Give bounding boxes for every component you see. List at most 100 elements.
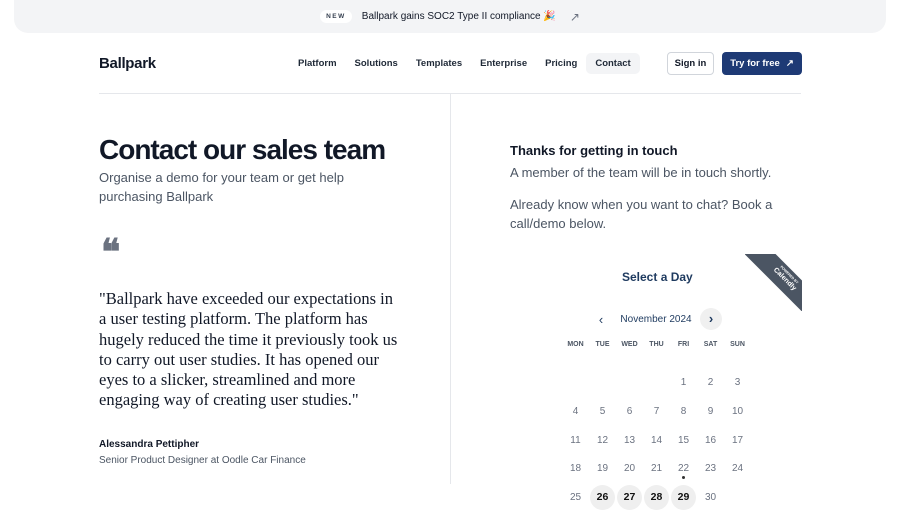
main-nav: Platform Solutions Templates Enterprise Pric… <box>289 53 640 74</box>
weekday-header: WED <box>621 341 638 348</box>
calendar-day: 17 <box>724 426 751 455</box>
nav-contact[interactable]: Contact <box>586 53 640 74</box>
nav-platform[interactable]: Platform <box>289 53 346 74</box>
day-number: 30 <box>704 491 717 503</box>
calendar-day: 8 <box>670 397 697 426</box>
quote-icon: ❝ <box>101 231 121 273</box>
available-day[interactable]: 28 <box>643 483 670 512</box>
calendar-day: 4 <box>562 397 589 426</box>
chevron-left-icon[interactable]: ‹ <box>590 312 612 327</box>
powered-by-calendly-ribbon[interactable]: POWERED BY Calendly <box>745 254 802 311</box>
calendar-day: 13 <box>616 426 643 455</box>
thanks-heading: Thanks for getting in touch <box>510 143 678 158</box>
day-number: 19 <box>596 463 609 475</box>
weekday-header: SAT <box>703 341 718 348</box>
day-number: 13 <box>623 434 636 446</box>
calendar-day: 5 <box>589 397 616 426</box>
calendar-day: 10 <box>724 397 751 426</box>
day-number: 4 <box>572 405 579 417</box>
calendar-day: 22 <box>670 454 697 483</box>
day-number: 26 <box>590 484 615 510</box>
testimonial-role: Senior Product Designer at Oodle Car Fin… <box>99 455 306 466</box>
day-number: 17 <box>731 434 744 446</box>
month-navigator: ‹ November 2024 › <box>590 308 722 330</box>
day-number: 20 <box>623 463 636 475</box>
day-number: 7 <box>653 405 660 417</box>
testimonial-quote: "Ballpark have exceeded our expectations… <box>99 289 398 410</box>
day-number: 2 <box>707 377 714 389</box>
page-subtitle: Organise a demo for your team or get hel… <box>99 170 344 204</box>
day-number: 3 <box>734 377 741 389</box>
calendar-day: 7 <box>643 397 670 426</box>
calendar-day: 2 <box>697 369 724 398</box>
day-number: 14 <box>650 434 663 446</box>
calendar-day: 19 <box>589 454 616 483</box>
calendar-day: 11 <box>562 426 589 455</box>
day-number: 24 <box>731 463 744 475</box>
day-number: 5 <box>599 405 606 417</box>
calendar-day: 30 <box>697 483 724 512</box>
day-number: 15 <box>677 434 690 446</box>
calendar-day: 12 <box>589 426 616 455</box>
calendar-grid: MON TUE WED THU FRI SAT SUN 1 2 3 4 5 6 7 8 9 10 11 12 13 14… <box>562 340 751 512</box>
testimonial-author: Alessandra Pettipher <box>99 439 200 450</box>
day-number: 21 <box>650 463 663 475</box>
day-number: 22 <box>677 463 690 475</box>
calendar-day: 1 <box>670 369 697 398</box>
thanks-text: A member of the team will be in touch sh… <box>510 165 772 180</box>
calendar-day: 23 <box>697 454 724 483</box>
announcement-banner[interactable]: NEW Ballpark gains SOC2 Type II complian… <box>14 0 886 33</box>
arrow-up-right-icon: ↗ <box>785 58 794 69</box>
nav-pricing[interactable]: Pricing <box>536 53 586 74</box>
day-number: 29 <box>671 484 696 510</box>
day-number: 23 <box>704 463 717 475</box>
day-number: 12 <box>596 434 609 446</box>
arrow-up-right-icon: ↗ <box>569 9 580 24</box>
day-number: 9 <box>707 405 714 417</box>
calendar-day: 20 <box>616 454 643 483</box>
calendar-day: 14 <box>643 426 670 455</box>
calendar-day: 6 <box>616 397 643 426</box>
month-label: November 2024 <box>620 313 692 325</box>
calendar-day: 21 <box>643 454 670 483</box>
weekday-header: THU <box>649 341 664 348</box>
available-day[interactable]: 26 <box>589 483 616 512</box>
chevron-right-icon[interactable]: › <box>700 308 722 330</box>
day-number: 6 <box>626 405 633 417</box>
empty-cell <box>562 369 589 398</box>
available-day[interactable]: 27 <box>616 483 643 512</box>
weekday-header: MON <box>567 341 584 348</box>
nav-templates[interactable]: Templates <box>407 53 471 74</box>
page-title: Contact our sales team <box>99 134 386 165</box>
weekday-header: TUE <box>595 341 610 348</box>
try-label: Try for free <box>730 58 780 69</box>
day-number: 11 <box>570 434 581 446</box>
new-badge: NEW <box>320 10 352 23</box>
empty-cell <box>589 369 616 398</box>
sign-in-button[interactable]: Sign in <box>667 52 714 75</box>
logo[interactable]: Ballpark <box>99 55 156 72</box>
calendar-day: 16 <box>697 426 724 455</box>
nav-solutions[interactable]: Solutions <box>346 53 407 74</box>
calendar-day: 9 <box>697 397 724 426</box>
calendar-day: 3 <box>724 369 751 398</box>
calendar-day: 15 <box>670 426 697 455</box>
day-number: 28 <box>644 484 669 510</box>
day-number: 18 <box>569 463 582 475</box>
weekday-header: FRI <box>677 341 690 348</box>
select-day-heading: Select a Day <box>622 270 693 284</box>
empty-cell <box>616 369 643 398</box>
column-divider <box>450 94 451 484</box>
day-number: 27 <box>617 484 642 510</box>
weekday-header: SUN <box>730 341 745 348</box>
calendar-day: 18 <box>562 454 589 483</box>
try-for-free-button[interactable]: Try for free ↗ <box>722 52 802 75</box>
calendar-day: 25 <box>562 483 589 512</box>
ribbon-small: POWERED BY <box>779 264 800 285</box>
nav-enterprise[interactable]: Enterprise <box>471 53 536 74</box>
available-day[interactable]: 29 <box>670 483 697 512</box>
empty-cell <box>643 369 670 398</box>
day-number: 16 <box>704 434 717 446</box>
calendar-day: 24 <box>724 454 751 483</box>
announcement-text[interactable]: Ballpark gains SOC2 Type II compliance 🎉 <box>362 11 556 22</box>
